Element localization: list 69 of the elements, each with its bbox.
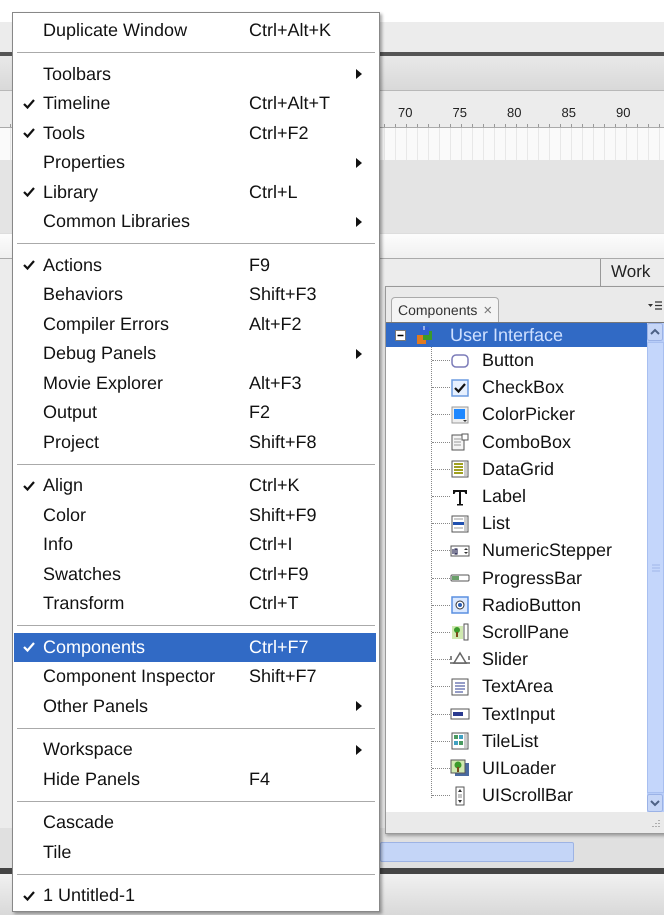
tree-item[interactable]: CheckBox bbox=[432, 374, 647, 402]
tree-item[interactable]: NumericStepper bbox=[432, 537, 647, 564]
tree-item[interactable]: Label bbox=[432, 482, 647, 510]
tree-item[interactable]: ProgressBar bbox=[432, 564, 647, 592]
tree-item[interactable]: User Interface bbox=[386, 323, 647, 347]
menu-item[interactable]: Other Panels bbox=[14, 692, 376, 721]
list-icon bbox=[450, 514, 470, 534]
menu-item[interactable]: Components Ctrl+F7 bbox=[14, 632, 376, 662]
tree-item[interactable]: TextInput bbox=[432, 700, 647, 728]
menu-item[interactable]: Project Shift+F8 bbox=[14, 428, 376, 457]
tree-item[interactable]: TileList bbox=[432, 728, 647, 755]
menu-item[interactable]: Movie Explorer Alt+F3 bbox=[14, 368, 376, 398]
combo-box-icon bbox=[450, 432, 470, 452]
scroll-down-icon[interactable] bbox=[647, 794, 663, 812]
tree-item[interactable]: DataGrid bbox=[432, 456, 647, 483]
checkbox-icon bbox=[450, 378, 470, 398]
menu-item[interactable]: Component Inspector Shift+F7 bbox=[14, 662, 376, 692]
radio-button-icon bbox=[450, 595, 470, 616]
tile-list-icon bbox=[450, 731, 470, 752]
collapse-icon[interactable] bbox=[395, 330, 406, 340]
tree-item[interactable]: ScrollPane bbox=[432, 618, 647, 646]
panel-tab[interactable]: Components × bbox=[391, 297, 500, 322]
close-tab-button[interactable]: × bbox=[483, 302, 492, 318]
tree-item[interactable]: UIScrollBar bbox=[432, 782, 647, 810]
tree-item[interactable]: ColorPicker bbox=[432, 401, 647, 429]
tree-item[interactable]: Slider bbox=[432, 646, 647, 674]
text-area-icon bbox=[450, 676, 470, 697]
menu-item[interactable]: Align Ctrl+K bbox=[14, 471, 376, 500]
tree-item[interactable]: Button bbox=[432, 347, 647, 374]
menu-item[interactable]: Tools Ctrl+F2 bbox=[14, 118, 376, 148]
menu-item[interactable]: Info Ctrl+I bbox=[14, 530, 376, 560]
menu-item[interactable]: Library Ctrl+L bbox=[14, 178, 376, 207]
menu-item[interactable]: Cascade bbox=[14, 808, 376, 838]
menu-item[interactable]: Transform Ctrl+T bbox=[14, 589, 376, 618]
panel-label: Work bbox=[611, 262, 650, 281]
menu-item[interactable]: Actions F9 bbox=[14, 250, 376, 280]
frame-number: 85 bbox=[560, 105, 577, 120]
frame-number: 70 bbox=[397, 105, 414, 120]
tree-item[interactable]: TextArea bbox=[432, 673, 647, 700]
menu-item[interactable]: Workspace bbox=[14, 735, 376, 764]
menu-item[interactable]: Duplicate Window Ctrl+Alt+K bbox=[14, 16, 376, 46]
frame-number: 90 bbox=[615, 105, 632, 120]
resize-grip-icon[interactable] bbox=[650, 819, 660, 829]
tree-item[interactable]: ComboBox bbox=[432, 428, 647, 456]
menu-item[interactable]: Timeline Ctrl+Alt+T bbox=[14, 89, 376, 118]
menu-item[interactable]: Output F2 bbox=[14, 398, 376, 428]
picture-loader-icon bbox=[450, 758, 470, 778]
menu-item[interactable]: Swatches Ctrl+F9 bbox=[14, 560, 376, 589]
cubes-icon bbox=[416, 326, 434, 344]
grip-lines-icon bbox=[650, 562, 660, 572]
menu-item[interactable]: Properties bbox=[14, 148, 376, 178]
menu-item[interactable]: Hide Panels F4 bbox=[14, 764, 376, 794]
menu-item[interactable]: Common Libraries bbox=[14, 207, 376, 236]
scroll-up-icon[interactable] bbox=[647, 323, 663, 341]
frame-number: 75 bbox=[452, 105, 468, 120]
panel-menu-icon[interactable] bbox=[648, 301, 662, 311]
menu-item[interactable]: Debug Panels bbox=[14, 339, 376, 368]
color-picker-icon bbox=[450, 404, 470, 425]
menu-item[interactable]: Toolbars bbox=[14, 60, 376, 89]
tree-item[interactable]: UILoader bbox=[432, 754, 647, 782]
tree-item[interactable]: RadioButton bbox=[432, 592, 647, 619]
scroll-pane-icon bbox=[450, 622, 470, 642]
menu-item[interactable]: Behaviors Shift+F3 bbox=[14, 280, 376, 310]
menu-item[interactable]: Compiler Errors Alt+F2 bbox=[14, 310, 376, 339]
frame-number: 80 bbox=[506, 105, 522, 120]
menu-item[interactable]: Tile bbox=[14, 838, 376, 867]
menu-item[interactable]: Color Shift+F9 bbox=[14, 500, 376, 530]
data-grid-icon bbox=[450, 459, 470, 480]
tree-item[interactable]: List bbox=[432, 510, 647, 538]
